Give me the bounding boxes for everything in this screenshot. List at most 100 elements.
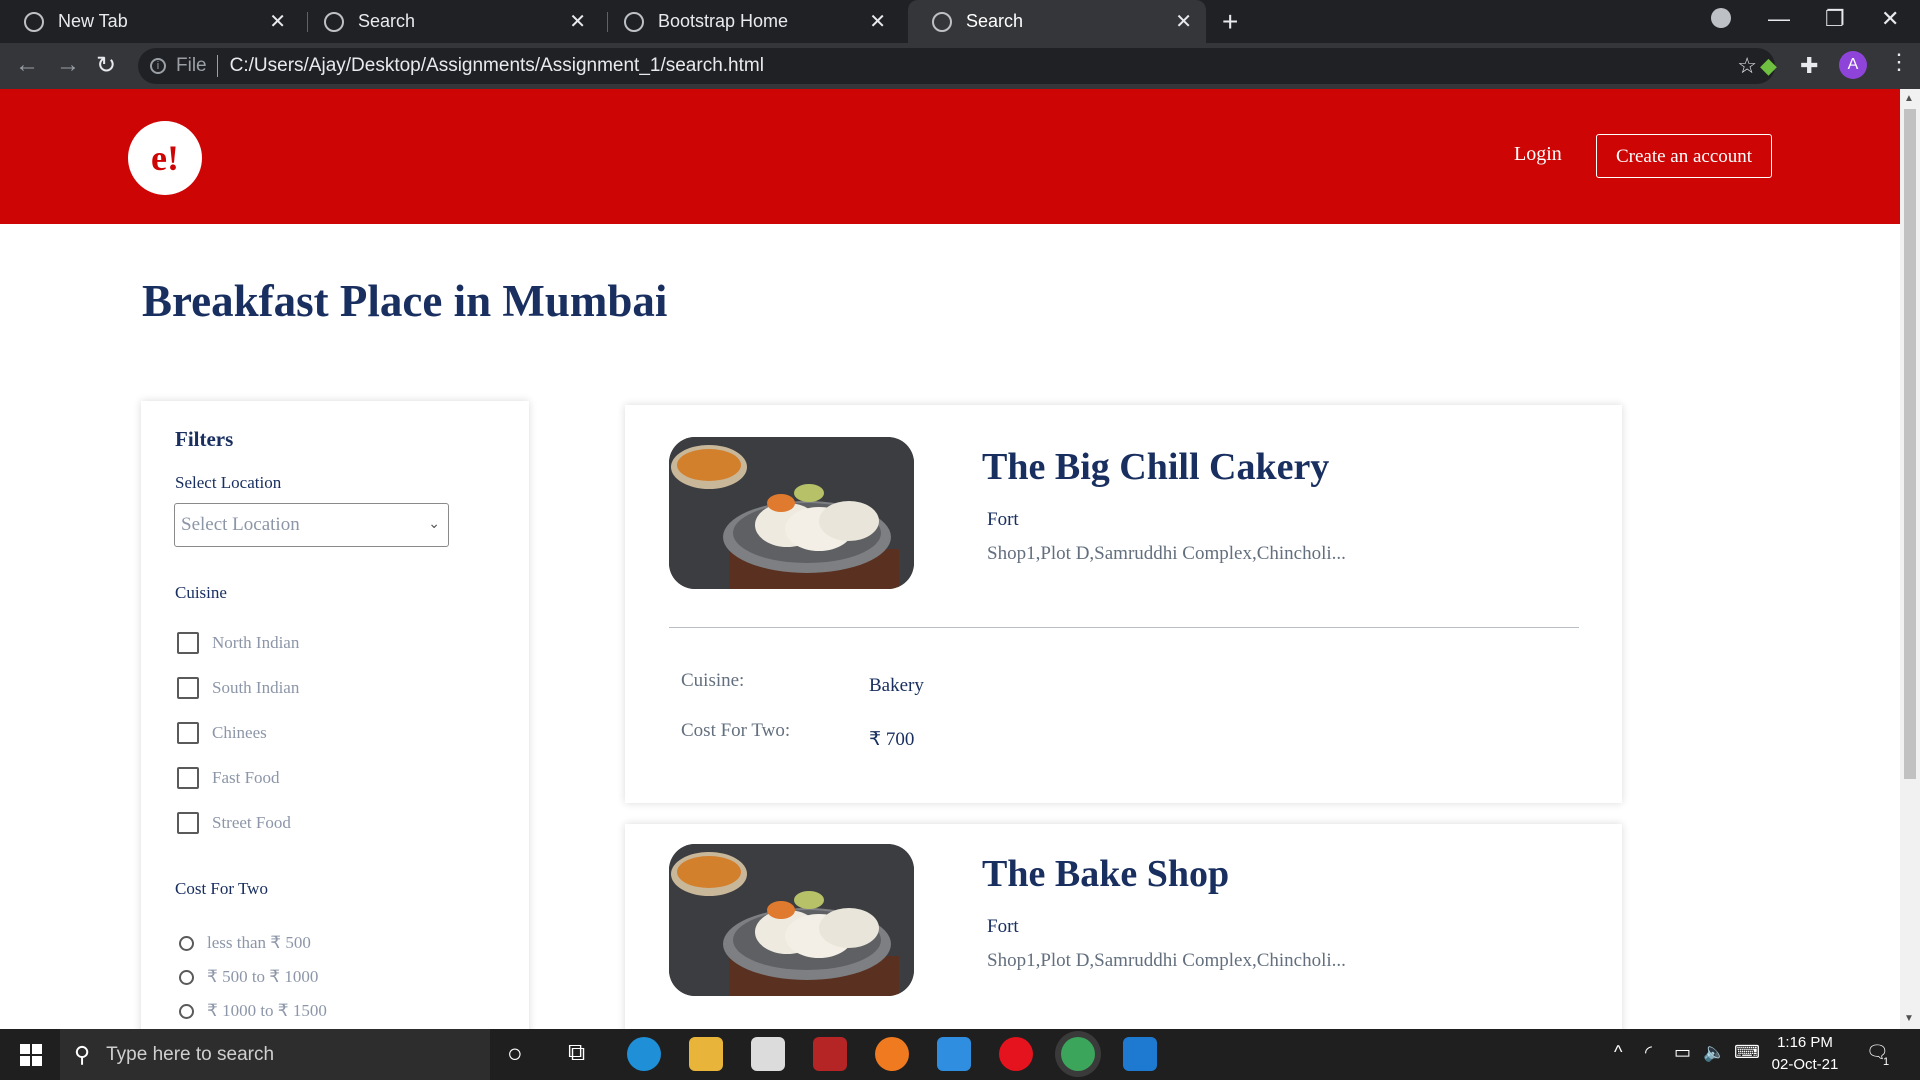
restaurant-image bbox=[669, 437, 914, 589]
location-select-value: Select Location bbox=[181, 514, 300, 535]
forward-icon[interactable]: → bbox=[56, 51, 80, 79]
network-icon[interactable]: ◜ bbox=[1645, 1042, 1652, 1063]
cost-option-2[interactable]: ₹ 500 to ₹ 1000 bbox=[179, 966, 318, 988]
close-icon[interactable]: ✕ bbox=[569, 9, 586, 34]
radio-label: less than ₹ 500 bbox=[207, 933, 311, 952]
address-separator bbox=[216, 55, 218, 77]
cortana-icon[interactable]: ○ bbox=[507, 1038, 523, 1069]
browser-tab-bar: New Tab ✕ Search ✕ Bootstrap Home ✕ Sear… bbox=[0, 0, 1920, 43]
windows-start-icon[interactable] bbox=[20, 1044, 42, 1066]
tab-search-1[interactable]: Search ✕ bbox=[300, 0, 600, 43]
location-label: Select Location bbox=[175, 473, 282, 492]
page-scrollbar[interactable]: ▲ ▼ bbox=[1900, 89, 1920, 1029]
battery-icon[interactable]: ▭ bbox=[1674, 1042, 1691, 1063]
cuisine-option-fast-food[interactable]: Fast Food bbox=[177, 765, 280, 791]
firefox-icon[interactable] bbox=[875, 1037, 909, 1071]
checkbox-label: Fast Food bbox=[212, 768, 280, 787]
browser-toolbar: ← → ↻ i File C:/Users/Ajay/Desktop/Assig… bbox=[0, 43, 1920, 89]
windows-taskbar: ⚲ Type here to search ○ ⧉ ^ ◜ ▭ 🔈 ⌨ 1:16… bbox=[0, 1029, 1920, 1080]
cuisine-option-chinees[interactable]: Chinees bbox=[177, 720, 267, 746]
login-link[interactable]: Login bbox=[1514, 143, 1562, 166]
checkbox[interactable] bbox=[177, 632, 199, 654]
extensions-puzzle-icon[interactable]: ✚ bbox=[1800, 53, 1818, 79]
close-icon[interactable]: ✕ bbox=[1175, 9, 1192, 34]
chrome-icon bbox=[24, 11, 44, 32]
bookmark-star-icon[interactable]: ☆ bbox=[1737, 53, 1757, 79]
radio-button[interactable] bbox=[179, 1003, 194, 1019]
checkbox[interactable] bbox=[177, 812, 199, 834]
profile-avatar[interactable]: A bbox=[1839, 51, 1867, 79]
address-url[interactable]: C:/Users/Ajay/Desktop/Assignments/Assign… bbox=[230, 55, 764, 77]
restaurant-card[interactable]: The Bake Shop Fort Shop1,Plot D,Samruddh… bbox=[625, 824, 1622, 1029]
cost-label: Cost For Two bbox=[175, 879, 268, 898]
radio-button[interactable] bbox=[179, 935, 194, 951]
show-hidden-icons-icon[interactable]: ^ bbox=[1614, 1042, 1622, 1063]
filters-panel: Filters Select Location Select Location … bbox=[141, 401, 529, 1029]
extension-icon[interactable]: ◆ bbox=[1760, 53, 1777, 79]
taskbar-clock[interactable]: 1:16 PM 02-Oct-21 bbox=[1770, 1032, 1840, 1076]
cuisine-option-street-food[interactable]: Street Food bbox=[177, 810, 291, 836]
radio-button[interactable] bbox=[179, 969, 194, 985]
globe-icon bbox=[624, 11, 644, 32]
edge-icon[interactable] bbox=[627, 1037, 661, 1071]
restaurant-locality: Fort bbox=[987, 916, 1019, 937]
scroll-up-icon[interactable]: ▲ bbox=[1904, 93, 1914, 104]
vscode-icon[interactable] bbox=[1123, 1037, 1157, 1071]
cuisine-field-label: Cuisine: bbox=[681, 670, 745, 691]
restaurant-locality: Fort bbox=[987, 509, 1019, 530]
cuisine-option-south-indian[interactable]: South Indian bbox=[177, 675, 299, 701]
tab-new-tab[interactable]: New Tab ✕ bbox=[0, 0, 300, 43]
reload-icon[interactable]: ↻ bbox=[96, 51, 116, 80]
restore-icon[interactable]: ❐ bbox=[1825, 6, 1845, 32]
checkbox-label: South Indian bbox=[212, 678, 300, 697]
checkbox[interactable] bbox=[177, 767, 199, 789]
tab-search-active[interactable]: Search ✕ bbox=[908, 0, 1206, 43]
restaurant-name[interactable]: The Big Chill Cakery bbox=[982, 445, 1329, 489]
window-close-icon[interactable]: ✕ bbox=[1881, 6, 1899, 32]
globe-icon bbox=[932, 11, 952, 32]
opera-icon[interactable] bbox=[999, 1037, 1033, 1071]
address-bar[interactable]: i File C:/Users/Ajay/Desktop/Assignments… bbox=[138, 48, 1775, 84]
cuisine-option-north-indian[interactable]: North Indian bbox=[177, 630, 299, 656]
close-icon[interactable]: ✕ bbox=[269, 9, 286, 34]
tab-title: Search bbox=[358, 11, 416, 31]
clock-time: 1:16 PM bbox=[1777, 1034, 1833, 1051]
globe-icon bbox=[324, 11, 344, 32]
cost-option-1[interactable]: less than ₹ 500 bbox=[179, 932, 311, 954]
scrollbar-thumb[interactable] bbox=[1904, 109, 1916, 779]
task-view-icon[interactable]: ⧉ bbox=[568, 1039, 585, 1067]
mail-icon[interactable] bbox=[937, 1037, 971, 1071]
location-select[interactable]: Select Location ⌄ bbox=[174, 503, 449, 547]
checkbox-label: Chinees bbox=[212, 723, 267, 742]
taskbar-search-box[interactable]: ⚲ Type here to search bbox=[60, 1029, 490, 1080]
close-icon[interactable]: ✕ bbox=[869, 9, 886, 34]
tab-bootstrap-home[interactable]: Bootstrap Home ✕ bbox=[600, 0, 900, 43]
radio-label: ₹ 500 to ₹ 1000 bbox=[207, 967, 319, 986]
store-icon[interactable] bbox=[751, 1037, 785, 1071]
tab-search-icon[interactable] bbox=[1711, 8, 1731, 28]
volume-icon[interactable]: 🔈 bbox=[1703, 1042, 1725, 1063]
create-account-button[interactable]: Create an account bbox=[1596, 134, 1772, 178]
checkbox[interactable] bbox=[177, 722, 199, 744]
new-tab-icon[interactable]: + bbox=[1222, 6, 1238, 38]
tab-title: Search bbox=[966, 11, 1024, 31]
checkbox-label: Street Food bbox=[212, 813, 291, 832]
restaurant-card[interactable]: The Big Chill Cakery Fort Shop1,Plot D,S… bbox=[625, 405, 1622, 803]
back-icon[interactable]: ← bbox=[15, 51, 39, 79]
restaurant-name[interactable]: The Bake Shop bbox=[982, 852, 1229, 896]
taskbar-search-placeholder: Type here to search bbox=[106, 1043, 275, 1065]
menu-kebab-icon[interactable]: ⋮ bbox=[1888, 49, 1910, 75]
app-icon[interactable] bbox=[813, 1037, 847, 1071]
chevron-down-icon: ⌄ bbox=[428, 517, 440, 532]
keyboard-icon[interactable]: ⌨ bbox=[1734, 1042, 1760, 1063]
file-explorer-icon[interactable] bbox=[689, 1037, 723, 1071]
info-icon[interactable]: i bbox=[150, 58, 166, 74]
minimize-icon[interactable]: — bbox=[1768, 6, 1790, 32]
cost-option-3[interactable]: ₹ 1000 to ₹ 1500 bbox=[179, 1000, 327, 1022]
chrome-icon[interactable] bbox=[1061, 1037, 1095, 1071]
page-title: Breakfast Place in Mumbai bbox=[142, 276, 668, 326]
scroll-down-icon[interactable]: ▼ bbox=[1904, 1013, 1914, 1024]
tab-title: New Tab bbox=[58, 11, 128, 31]
site-logo[interactable]: e! bbox=[128, 121, 202, 195]
checkbox[interactable] bbox=[177, 677, 199, 699]
